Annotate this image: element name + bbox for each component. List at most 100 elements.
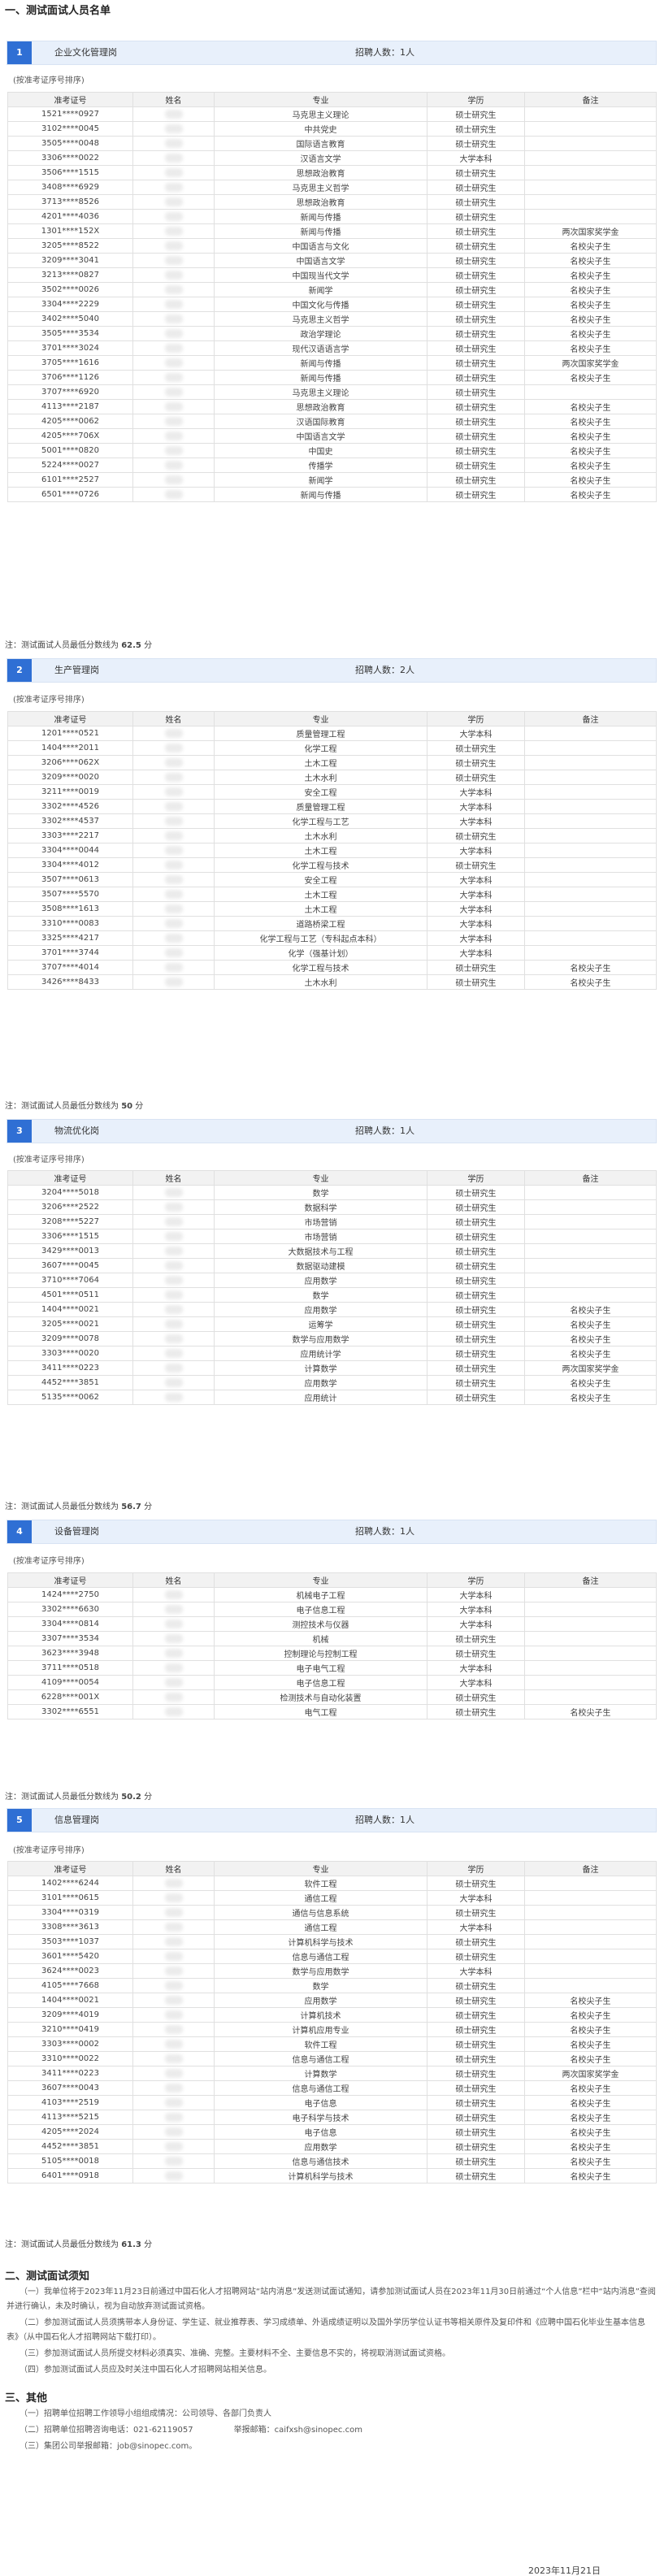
redaction-blur [164,416,183,426]
ticket-number: 3303****2217 [7,828,133,843]
education: 硕士研究生 [427,282,525,297]
major: 电子信息 [214,2095,427,2110]
major: 测控技术与仪器 [214,1616,427,1632]
redaction-blur [164,109,183,119]
redaction-blur [164,241,183,250]
ticket-number: 1201****0521 [7,726,133,741]
ticket-number: 1424****2750 [7,1587,133,1602]
redaction-blur [164,1319,183,1329]
major: 政治学理论 [214,326,427,341]
name-redacted [132,1602,215,1617]
redaction-blur [164,830,183,840]
ticket-number: 5135****0062 [7,1390,133,1405]
ticket-number: 3710****7064 [7,1273,133,1288]
post-number-badge: 3 [7,1120,32,1143]
name-redacted [132,1616,215,1632]
education: 硕士研究生 [427,1876,525,1891]
major: 土木工程 [214,843,427,858]
redaction-blur [164,845,183,855]
ticket-number: 3505****3534 [7,326,133,341]
major: 中国史 [214,443,427,458]
ticket-number: 4205****2024 [7,2124,133,2140]
table-row: 3302****6551 电气工程 硕士研究生 名校尖子生 [7,1704,657,1720]
header-education: 学历 [427,1861,525,1876]
remark: 名校尖子生 [524,2095,657,2110]
name-redacted [132,458,215,473]
table-row: 3302****4526 质量管理工程 大学本科 [7,799,657,814]
post-header: 1 企业文化管理岗 招聘人数：1人 [7,41,657,65]
remark: 名校尖子生 [524,428,657,444]
redaction-blur [164,284,183,294]
table-row: 3507****5570 土木工程 大学本科 [7,887,657,902]
major: 数学与应用数学 [214,1963,427,1979]
ticket-number: 3208****5227 [7,1214,133,1229]
name-redacted [132,1646,215,1661]
ticket-number: 3601****5420 [7,1949,133,1964]
redaction-blur [164,1260,183,1270]
ticket-number: 3707****4014 [7,960,133,975]
table-row: 1402****6244 软件工程 硕士研究生 [7,1876,657,1891]
redaction-blur [164,153,183,163]
education: 硕士研究生 [427,267,525,283]
ticket-number: 3411****0223 [7,2066,133,2081]
table-row: 3713****8526 思想政治教育 硕士研究生 [7,194,657,210]
major: 计算机应用专业 [214,2022,427,2037]
name-redacted [132,916,215,931]
header-ticket: 准考证号 [7,1170,133,1186]
major: 控制理论与控制工程 [214,1646,427,1661]
table-row: 3310****0083 道路桥梁工程 大学本科 [7,916,657,931]
ticket-number: 3607****0045 [7,1258,133,1273]
redaction-blur [164,314,183,323]
header-major: 专业 [214,1170,427,1186]
ticket-number: 3507****0613 [7,872,133,887]
remark [524,106,657,122]
candidate-table: 准考证号 姓名 专业 学历 备注 1201****0521 质量管理工程 大学本科 1404**… [7,711,657,990]
remark: 名校尖子生 [524,2110,657,2125]
education: 硕士研究生 [427,1646,525,1661]
remark [524,1631,657,1646]
table-row: 3310****0022 信息与通信工程 硕士研究生 名校尖子生 [7,2051,657,2066]
education: 硕士研究生 [427,1375,525,1390]
redaction-blur [164,1663,183,1672]
table-row: 1301****152X 新闻与传播 硕士研究生 两次国家奖学金 [7,223,657,239]
cutoff-note-prefix: 注：测试面试人员最低分数线为 [5,641,119,650]
redaction-blur [164,933,183,943]
table-row: 3505****3534 政治学理论 硕士研究生 名校尖子生 [7,326,657,341]
major: 道路桥梁工程 [214,916,427,931]
redaction-blur [164,255,183,265]
education: 硕士研究生 [427,2080,525,2096]
education: 硕士研究生 [427,340,525,356]
remark [524,916,657,931]
candidate-table: 准考证号 姓名 专业 学历 备注 3204****5018 数学 硕士研究生 3206****2… [7,1170,657,1405]
major: 电子信息工程 [214,1602,427,1617]
remark [524,887,657,902]
ticket-number: 6501****0726 [7,487,133,502]
ticket-number: 4113****2187 [7,399,133,414]
education: 硕士研究生 [427,223,525,239]
header-name: 姓名 [132,1170,215,1186]
education: 硕士研究生 [427,472,525,488]
name-redacted [132,340,215,356]
major: 检测技术与自动化装置 [214,1689,427,1705]
redaction-blur [164,1348,183,1358]
notice-paragraph-2: （二）参加测试面试人员须携带本人身份证、学生证、就业推荐表、学习成绩单、外语成绩… [7,2318,645,2342]
major: 通信与信息系统 [214,1905,427,1920]
education: 硕士研究生 [427,770,525,785]
table-row: 3701****3024 现代汉语语言学 硕士研究生 名校尖子生 [7,340,657,356]
header-ticket: 准考证号 [7,92,133,107]
ticket-number: 3308****3613 [7,1919,133,1935]
education: 大学本科 [427,1616,525,1632]
name-redacted [132,472,215,488]
remark [524,1876,657,1891]
name-redacted [132,857,215,873]
education: 硕士研究生 [427,1316,525,1332]
redaction-blur [164,1893,183,1902]
table-row: 3206****062X 土木工程 硕士研究生 [7,755,657,770]
ticket-number: 4201****4036 [7,209,133,224]
redaction-blur [164,299,183,309]
name-redacted [132,487,215,502]
header-name: 姓名 [132,1572,215,1588]
remark [524,1646,657,1661]
redaction-blur [164,801,183,811]
cutoff-note-suffix: 分 [144,641,153,650]
